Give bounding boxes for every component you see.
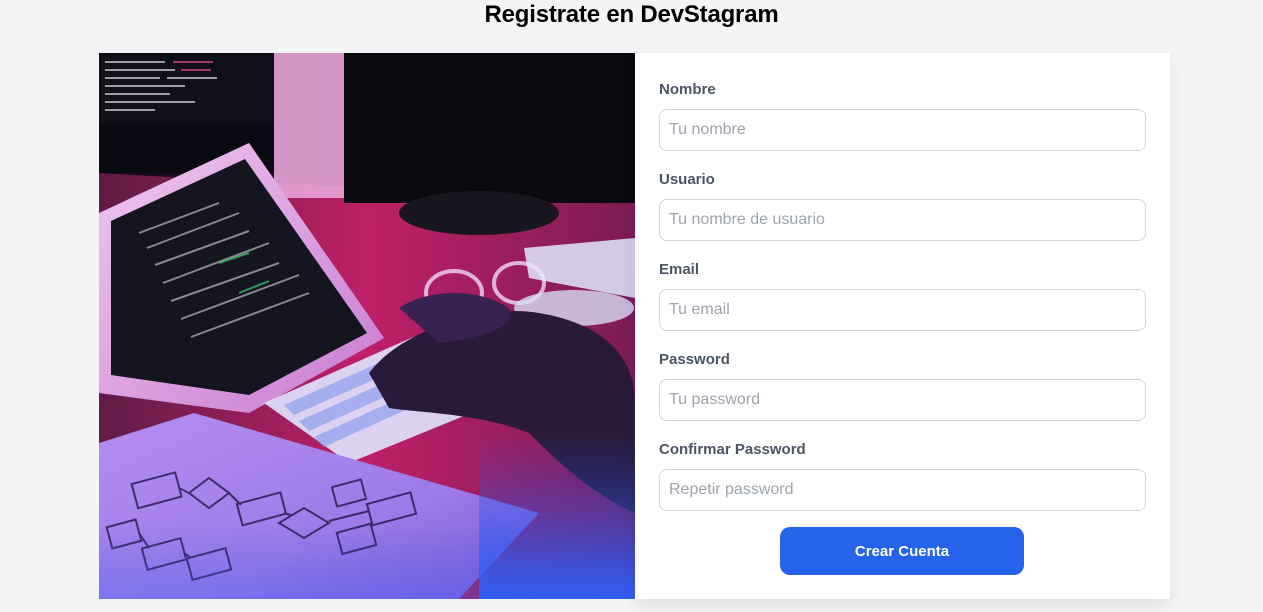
email-label: Email <box>659 261 700 278</box>
hero-image <box>99 53 635 599</box>
name-label: Nombre <box>659 81 716 98</box>
create-account-button[interactable]: Crear Cuenta <box>780 527 1024 575</box>
register-form: Nombre Usuario Email Password Confirmar … <box>635 53 1170 599</box>
password-field[interactable] <box>659 379 1146 421</box>
confirm-password-label: Confirmar Password <box>659 441 806 458</box>
username-field[interactable] <box>659 199 1146 241</box>
confirm-password-field[interactable] <box>659 469 1146 511</box>
page-title: Registrate en DevStagram <box>484 1 779 28</box>
password-label: Password <box>659 351 730 368</box>
username-label: Usuario <box>659 171 715 188</box>
name-field[interactable] <box>659 109 1146 151</box>
email-field[interactable] <box>659 289 1146 331</box>
developer-workspace-image <box>99 53 635 599</box>
